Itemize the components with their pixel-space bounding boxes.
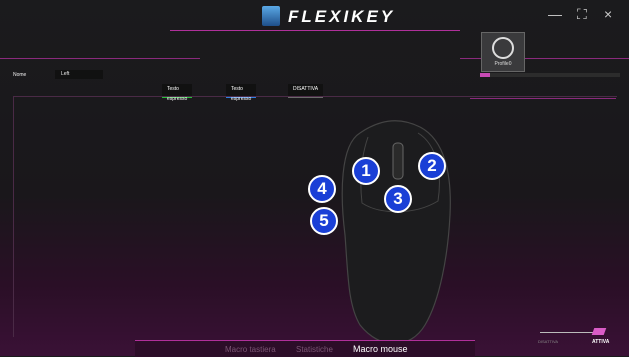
name-label: Nome: [13, 72, 27, 78]
minimize-button[interactable]: —: [548, 6, 562, 22]
mouse-button-2[interactable]: 2: [418, 152, 446, 180]
toggle-on-label: ATTIVA: [592, 339, 610, 345]
mouse-button-4[interactable]: 4: [308, 175, 336, 203]
scroll-thumb[interactable]: [480, 73, 490, 77]
decor-line: [0, 58, 200, 59]
app-brand: FLEXIKEY: [288, 7, 396, 26]
close-button[interactable]: ×: [604, 6, 612, 22]
profile-scrollbar[interactable]: [480, 73, 620, 77]
mouse-diagram: 1 2 3 4 5: [300, 105, 460, 350]
app-logo-icon: [262, 6, 280, 26]
maximize-button[interactable]: ⛶: [577, 6, 587, 23]
nav-macro-mouse[interactable]: Macro mouse: [353, 344, 408, 354]
skull-crest-icon: [492, 37, 514, 59]
mouse-button-5[interactable]: 5: [310, 207, 338, 235]
profile-name: Profile0: [494, 61, 512, 67]
activation-toggle[interactable]: DISATTIVA ATTIVA: [530, 328, 620, 348]
nav-statistiche[interactable]: Statistiche: [296, 345, 333, 354]
mouse-button-3[interactable]: 3: [384, 185, 412, 213]
mouse-button-1[interactable]: 1: [352, 157, 380, 185]
name-value: Left: [55, 70, 103, 79]
title-bar: FLEXIKEY — ⛶ ×: [0, 0, 629, 38]
bottom-nav: Macro tastiera Statistiche Macro mouse: [135, 340, 475, 357]
toggle-off-label: DISATTIVA: [538, 339, 559, 344]
nav-macro-tastiera[interactable]: Macro tastiera: [225, 345, 276, 354]
profile-button[interactable]: Profile0: [481, 32, 525, 72]
toggle-knob[interactable]: [591, 328, 607, 335]
